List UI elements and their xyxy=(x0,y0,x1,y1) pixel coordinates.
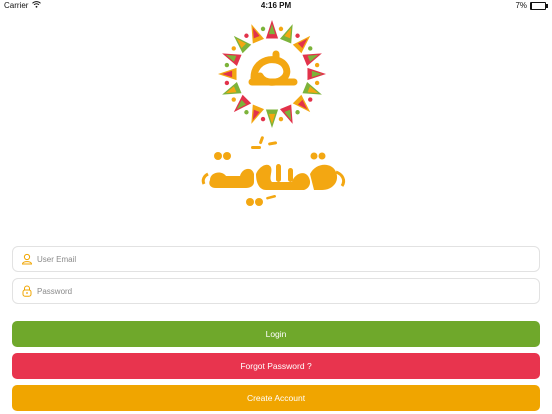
logo-dot xyxy=(295,33,300,38)
status-bar: Carrier 4:16 PM 7% xyxy=(0,0,552,12)
password-field-container xyxy=(12,278,540,304)
logo-dot xyxy=(231,46,236,51)
logo-dot xyxy=(260,116,266,122)
logo-dot xyxy=(314,62,320,68)
battery-percent: 7% xyxy=(515,1,527,10)
logo-dot xyxy=(278,116,284,122)
logo-dot xyxy=(224,80,230,86)
app-wordmark xyxy=(196,132,356,212)
logo-dot xyxy=(224,62,230,68)
app-logo xyxy=(214,16,330,132)
logo-dot xyxy=(308,46,313,51)
logo-dot xyxy=(295,110,300,115)
logo-dot xyxy=(278,26,284,32)
status-time: 4:16 PM xyxy=(260,1,292,10)
forgot-password-button[interactable]: Forgot Password ? xyxy=(12,353,540,379)
logo-dot xyxy=(314,80,320,86)
logo-dot xyxy=(244,110,249,115)
logo-dot xyxy=(308,97,313,102)
logo-dot xyxy=(260,26,266,32)
email-field-container xyxy=(12,246,540,272)
create-account-button[interactable]: Create Account xyxy=(12,385,540,411)
user-icon xyxy=(21,253,33,265)
login-button[interactable]: Login xyxy=(12,321,540,347)
lock-icon xyxy=(21,285,33,297)
logo-dot xyxy=(244,33,249,38)
email-input[interactable] xyxy=(37,254,539,264)
logo-dot xyxy=(231,97,236,102)
battery-icon xyxy=(530,1,548,10)
password-input[interactable] xyxy=(37,286,539,296)
battery-fill xyxy=(531,2,532,9)
status-right: 7% xyxy=(515,1,548,10)
